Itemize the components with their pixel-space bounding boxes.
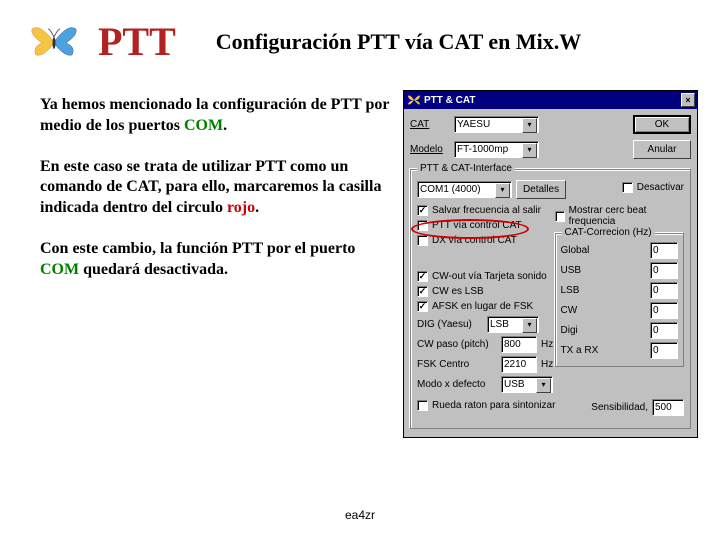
disable-checkbox[interactable]: Desactivar	[622, 182, 684, 193]
correction-group-title: CAT-Correcion (Hz)	[562, 227, 655, 238]
modelo-combo[interactable]: FT-1000mp	[454, 141, 539, 158]
header: PTT Configuración PTT vía CAT en Mix.W	[0, 0, 720, 75]
cancel-button[interactable]: Anular	[633, 140, 691, 159]
butterfly-icon	[30, 23, 78, 61]
app-icon	[407, 93, 421, 107]
page-title: PTT	[98, 18, 176, 65]
global-input[interactable]: 0	[650, 242, 678, 259]
page-subtitle: Configuración PTT vía CAT en Mix.W	[216, 29, 581, 55]
txrx-input[interactable]: 0	[650, 342, 678, 359]
ok-button[interactable]: OK	[633, 115, 691, 134]
dialog-title: PTT & CAT	[424, 95, 475, 106]
close-button[interactable]: ×	[681, 93, 695, 107]
wheel-tune-checkbox[interactable]: Rueda raton para sintonizar	[417, 400, 555, 411]
show-beat-checkbox[interactable]: Mostrar cerc beat frequencia	[555, 205, 685, 227]
paragraph-3: Con este cambio, la función PTT por el p…	[40, 239, 390, 281]
usb-input[interactable]: 0	[650, 262, 678, 279]
dialog-titlebar[interactable]: PTT & CAT ×	[404, 91, 697, 109]
dx-via-cat-checkbox[interactable]: DX vía control CAT	[417, 235, 547, 246]
modelo-label: Modelo	[410, 144, 450, 155]
interface-group-title: PTT & CAT-Interface	[417, 163, 515, 174]
sensitivity-input[interactable]: 500	[652, 399, 684, 416]
cat-combo[interactable]: YAESU	[454, 116, 539, 133]
ptt-via-cat-checkbox[interactable]: PTT vía control CAT	[417, 220, 547, 231]
text-column: Ya hemos mencionado la configuración de …	[40, 95, 390, 301]
cat-label: CAT	[410, 119, 450, 130]
save-freq-checkbox[interactable]: ✓Salvar frecuencia al salir	[417, 205, 547, 216]
port-combo[interactable]: COM1 (4000)	[417, 181, 512, 198]
footer-credit: ea4zr	[0, 508, 720, 522]
dig-combo[interactable]: LSB	[487, 316, 539, 333]
default-mode-combo[interactable]: USB	[501, 376, 553, 393]
ptt-cat-dialog: PTT & CAT × CAT YAESU OK Modelo FT-1000m…	[403, 90, 698, 438]
interface-group: PTT & CAT-Interface COM1 (4000) Detalles…	[410, 169, 691, 429]
details-button[interactable]: Detalles	[516, 180, 566, 199]
digi-input[interactable]: 0	[650, 322, 678, 339]
cw-input[interactable]: 0	[650, 302, 678, 319]
paragraph-2: En este caso se trata de utilizar PTT co…	[40, 157, 390, 219]
paragraph-1: Ya hemos mencionado la configuración de …	[40, 95, 390, 137]
lsb-input[interactable]: 0	[650, 282, 678, 299]
